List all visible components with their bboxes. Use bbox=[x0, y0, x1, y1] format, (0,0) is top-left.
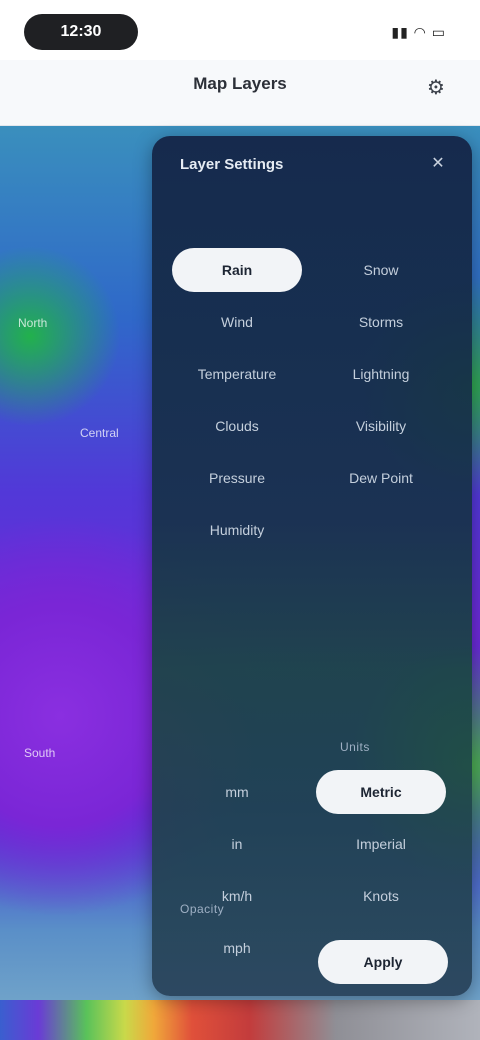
apply-button[interactable]: Apply bbox=[318, 940, 448, 984]
unit-option[interactable]: in bbox=[172, 822, 302, 866]
layer-option[interactable]: Lightning bbox=[316, 352, 446, 396]
layer-option[interactable]: Snow bbox=[316, 248, 446, 292]
status-time: 12:30 bbox=[60, 23, 102, 40]
layer-option[interactable]: Wind bbox=[172, 300, 302, 344]
layer-option[interactable]: Visibility bbox=[316, 404, 446, 448]
layer-option[interactable]: Clouds bbox=[172, 404, 302, 448]
map-label: Central bbox=[80, 426, 119, 440]
unit-option[interactable]: Metric bbox=[316, 770, 446, 814]
unit-option[interactable]: mm bbox=[172, 770, 302, 814]
unit-option[interactable]: Imperial bbox=[316, 822, 446, 866]
layer-option[interactable]: Dew Point bbox=[316, 456, 446, 500]
panel-title: Layer Settings bbox=[180, 156, 284, 173]
layer-option[interactable]: Temperature bbox=[172, 352, 302, 396]
unit-option[interactable]: Knots bbox=[316, 874, 446, 918]
gear-icon[interactable]: ⚙ bbox=[422, 74, 450, 102]
section-label-opacity: Opacity bbox=[180, 902, 225, 916]
map-label: North bbox=[18, 316, 48, 330]
layer-option[interactable]: Rain bbox=[172, 248, 302, 292]
map-label: South bbox=[24, 746, 56, 760]
color-legend bbox=[0, 1000, 480, 1040]
layer-option[interactable]: Pressure bbox=[172, 456, 302, 500]
layer-settings-panel: Layer Settings ✕ Rain Wind Temperature C… bbox=[152, 136, 472, 996]
unit-option[interactable]: mph bbox=[172, 926, 302, 970]
close-icon[interactable]: ✕ bbox=[426, 152, 450, 176]
units-list-right: Metric Imperial Knots bbox=[316, 770, 452, 926]
status-icons: ▮▮ ◠ ▭ bbox=[391, 24, 446, 40]
app-header: Map Layers ⚙ bbox=[0, 60, 480, 126]
units-list-left: mm in km/h mph bbox=[172, 770, 308, 978]
layer-list-right: Snow Storms Lightning Visibility Dew Poi… bbox=[316, 248, 452, 508]
section-label-units: Units bbox=[340, 740, 370, 754]
layer-option[interactable]: Humidity bbox=[172, 508, 302, 552]
layer-option[interactable]: Storms bbox=[316, 300, 446, 344]
status-bar: 12:30 ▮▮ ◠ ▭ bbox=[0, 0, 480, 60]
page-title: Map Layers bbox=[193, 74, 287, 93]
layer-list-left: Rain Wind Temperature Clouds Pressure Hu… bbox=[172, 248, 308, 560]
